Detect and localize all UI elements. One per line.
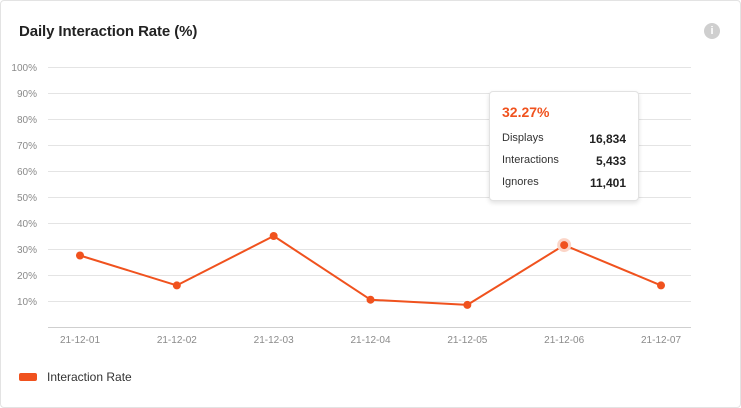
- legend-label: Interaction Rate: [47, 370, 132, 384]
- y-tick-label: 30%: [17, 245, 37, 256]
- tooltip-row-displays: Displays 16,834: [502, 132, 626, 146]
- y-tick-label: 60%: [17, 167, 37, 178]
- x-tick-label: 21-12-05: [447, 335, 487, 346]
- y-tick-label: 10%: [17, 297, 37, 308]
- data-tooltip: 32.27% Displays 16,834 Interactions 5,43…: [489, 91, 639, 201]
- legend-swatch: [19, 373, 37, 381]
- line-chart: 10% 20% 30% 40% 50% 60% 70% 80% 90% 100% 21-12-01 2…: [11, 63, 691, 346]
- tooltip-value: 5,433: [595, 154, 626, 168]
- x-tick-label: 21-12-06: [544, 335, 584, 346]
- tooltip-label: Displays: [502, 132, 544, 144]
- y-tick-label: 90%: [17, 89, 37, 100]
- tooltip-rate: 32.27%: [502, 104, 550, 120]
- legend-item-interaction-rate[interactable]: Interaction Rate: [19, 370, 132, 384]
- x-tick-label: 21-12-02: [157, 335, 197, 346]
- x-tick-label: 21-12-01: [60, 335, 100, 346]
- tooltip-value: 16,834: [589, 132, 626, 146]
- data-point: [463, 300, 472, 309]
- y-tick-label: 40%: [17, 219, 37, 230]
- series-line: [79, 235, 662, 306]
- data-point: [172, 281, 181, 290]
- x-tick-label: 21-12-03: [254, 335, 294, 346]
- tooltip-row-interactions: Interactions 5,433: [502, 154, 626, 168]
- data-point: [366, 295, 375, 304]
- x-tick-label: 21-12-07: [641, 335, 681, 346]
- y-tick-label: 20%: [17, 271, 37, 282]
- tooltip-value: 11,401: [589, 176, 626, 190]
- chart-card: Daily Interaction Rate (%) i 10% 20% 30% 40…: [0, 0, 741, 408]
- data-point: [657, 281, 665, 290]
- y-tick-label: 80%: [17, 115, 37, 126]
- x-tick-label: 21-12-04: [350, 335, 390, 346]
- data-point: [560, 241, 569, 250]
- y-tick-label: 100%: [11, 63, 37, 74]
- y-tick-label: 70%: [17, 141, 37, 152]
- data-point: [269, 232, 278, 240]
- data-point: [76, 251, 84, 260]
- tooltip-label: Interactions: [502, 154, 559, 166]
- series-layer: [76, 232, 665, 309]
- tooltip-label: Ignores: [502, 176, 539, 188]
- tooltip-row-ignores: Ignores 11,401: [502, 176, 626, 190]
- y-tick-label: 50%: [17, 193, 37, 204]
